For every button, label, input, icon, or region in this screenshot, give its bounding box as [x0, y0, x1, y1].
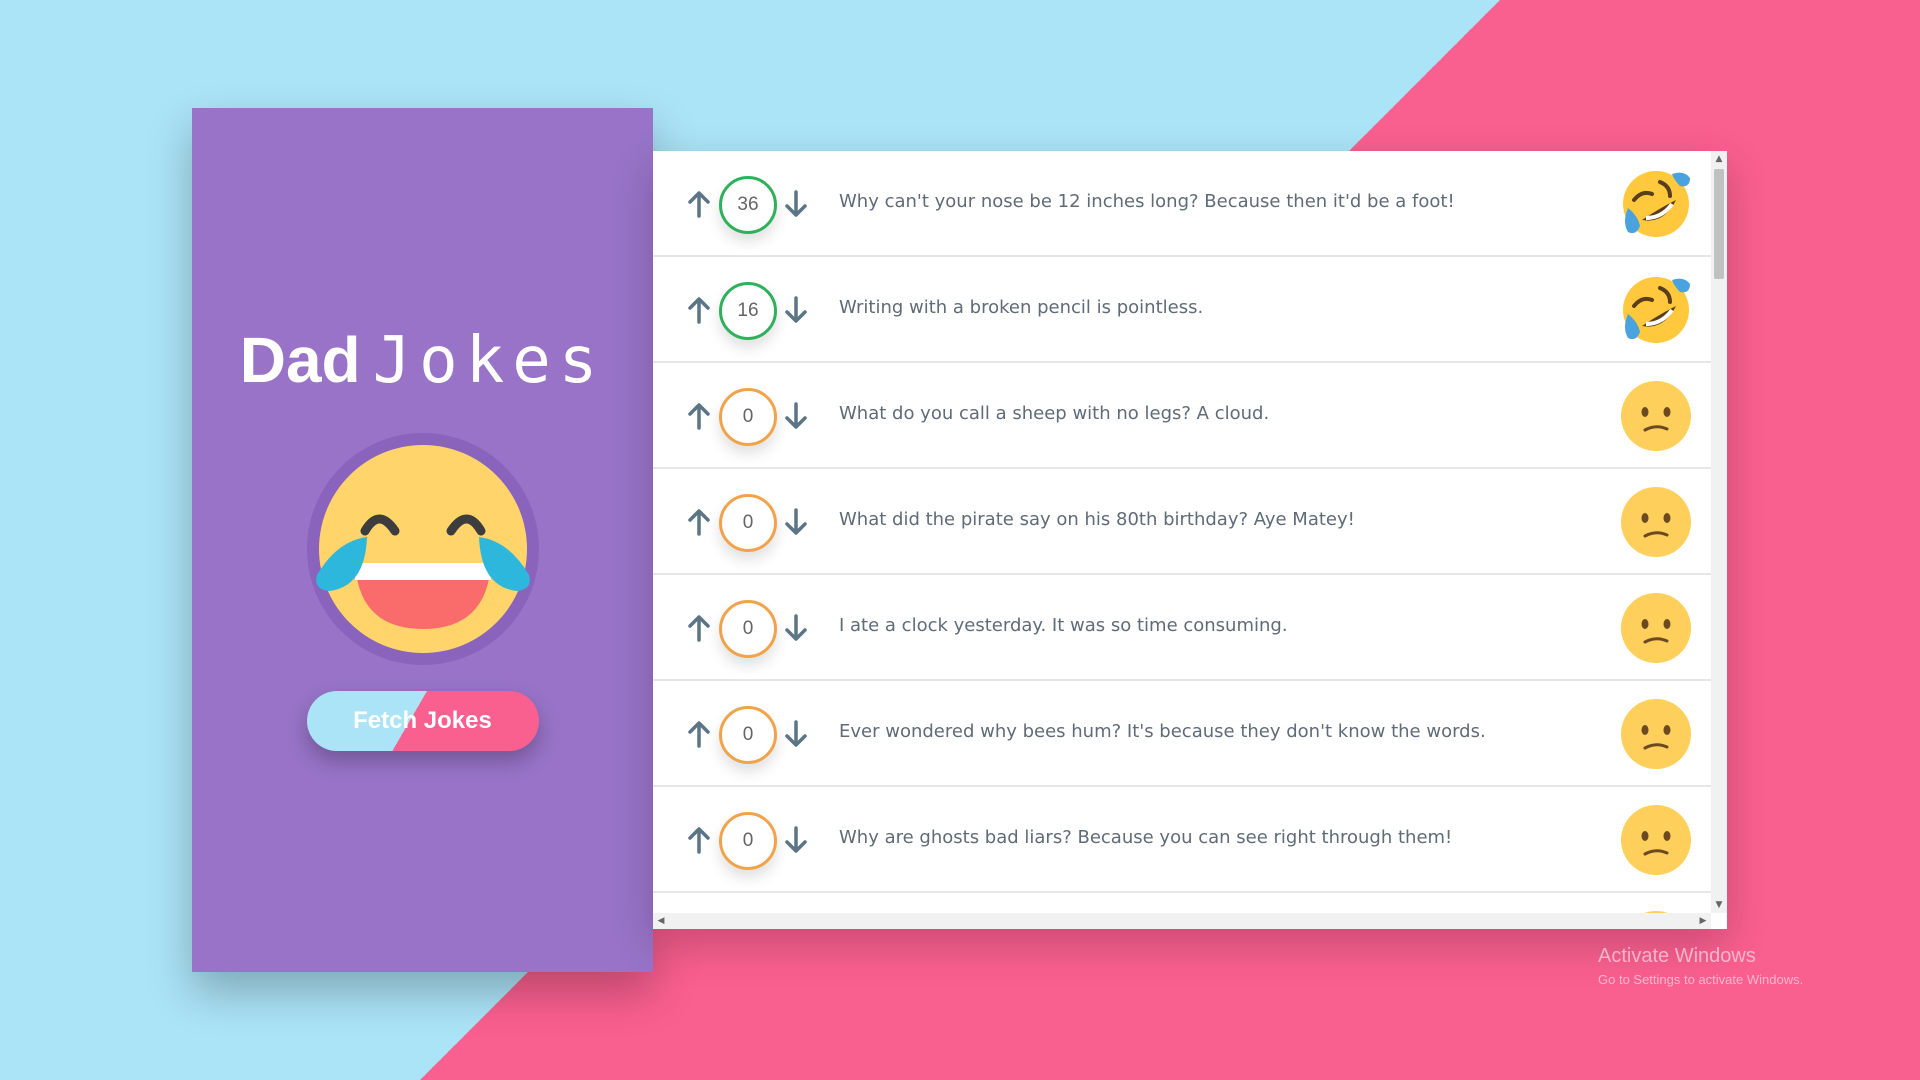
upvote-arrow-icon[interactable] — [684, 716, 714, 752]
vote-count: 0 — [719, 388, 777, 446]
confused-face-emoji-icon — [1621, 805, 1691, 875]
joke-text: I ate a clock yesterday. It was so time … — [839, 615, 1288, 636]
watermark-title: Activate Windows — [1598, 945, 1756, 967]
title-bold: Dad — [239, 324, 361, 396]
watermark-subtitle: Go to Settings to activate Windows. — [1598, 972, 1804, 987]
upvote-arrow-icon[interactable] — [684, 186, 714, 222]
upvote-arrow-icon[interactable] — [684, 822, 714, 858]
joke-row: 36 Why can't your nose be 12 inches long… — [653, 151, 1711, 257]
confused-face-emoji-icon — [1621, 593, 1691, 663]
confused-face-emoji-icon — [1621, 699, 1691, 769]
joke-row: 0 What do you call a sheep with no legs?… — [653, 363, 1711, 469]
joke-text: What did the pirate say on his 80th birt… — [839, 509, 1355, 530]
activate-windows-watermark: Activate Windows Go to Settings to activ… — [1598, 945, 1803, 987]
downvote-arrow-icon[interactable] — [781, 610, 811, 646]
page-title: Dad Jokes — [240, 328, 606, 393]
rolling-on-floor-laughing-emoji-icon — [1623, 171, 1690, 237]
joke-text: Ever wondered why bees hum? It's because… — [839, 721, 1486, 742]
confused-face-emoji-icon — [1621, 381, 1691, 451]
downvote-arrow-icon[interactable] — [781, 186, 811, 222]
joke-row: 0 Ever wondered why bees hum? It's becau… — [653, 681, 1711, 787]
confused-face-emoji-icon — [1621, 487, 1691, 557]
joke-row: 0 I ate a clock yesterday. It was so tim… — [653, 575, 1711, 681]
fetch-jokes-button[interactable]: Fetch Jokes — [306, 691, 539, 751]
scroll-right-icon[interactable]: ▶ — [1695, 913, 1711, 929]
title-light: Jokes — [372, 324, 606, 398]
jokes-panel: 36 Why can't your nose be 12 inches long… — [653, 151, 1727, 929]
joke-row-partial — [653, 893, 1711, 913]
upvote-arrow-icon[interactable] — [684, 610, 714, 646]
vote-count: 16 — [719, 282, 777, 340]
downvote-arrow-icon[interactable] — [781, 292, 811, 328]
downvote-arrow-icon[interactable] — [781, 716, 811, 752]
upvote-arrow-icon[interactable] — [684, 292, 714, 328]
vote-count: 0 — [719, 812, 777, 870]
vote-count: 0 — [719, 600, 777, 658]
downvote-arrow-icon[interactable] — [781, 822, 811, 858]
sidebar: Dad Jokes Fetch Jokes — [192, 108, 653, 972]
vertical-scrollbar[interactable]: ▲ ▼ — [1711, 151, 1727, 913]
vertical-scroll-thumb[interactable] — [1714, 169, 1724, 279]
rolling-on-floor-laughing-emoji-icon — [1623, 277, 1690, 343]
joke-text: Why can't your nose be 12 inches long? B… — [839, 191, 1455, 212]
downvote-arrow-icon[interactable] — [781, 398, 811, 434]
upvote-arrow-icon[interactable] — [684, 504, 714, 540]
joke-row: 0 What did the pirate say on his 80th bi… — [653, 469, 1711, 575]
joke-text: Why are ghosts bad liars? Because you ca… — [839, 827, 1453, 848]
joke-text: What do you call a sheep with no legs? A… — [839, 403, 1270, 424]
horizontal-scrollbar[interactable]: ◀ ▶ — [653, 913, 1711, 929]
upvote-arrow-icon[interactable] — [684, 398, 714, 434]
scroll-left-icon[interactable]: ◀ — [653, 913, 669, 929]
vote-count: 36 — [719, 176, 777, 234]
joke-text: Writing with a broken pencil is pointles… — [839, 297, 1204, 318]
scroll-up-icon[interactable]: ▲ — [1711, 151, 1727, 167]
scroll-down-icon[interactable]: ▼ — [1711, 897, 1727, 913]
vote-count: 0 — [719, 706, 777, 764]
joke-row: 16 Writing with a broken pencil is point… — [653, 257, 1711, 363]
vote-count: 0 — [719, 494, 777, 552]
jokes-list: 36 Why can't your nose be 12 inches long… — [653, 151, 1711, 913]
laughing-tears-emoji-icon — [306, 433, 539, 665]
downvote-arrow-icon[interactable] — [781, 504, 811, 540]
joke-row: 0 Why are ghosts bad liars? Because you … — [653, 787, 1711, 893]
